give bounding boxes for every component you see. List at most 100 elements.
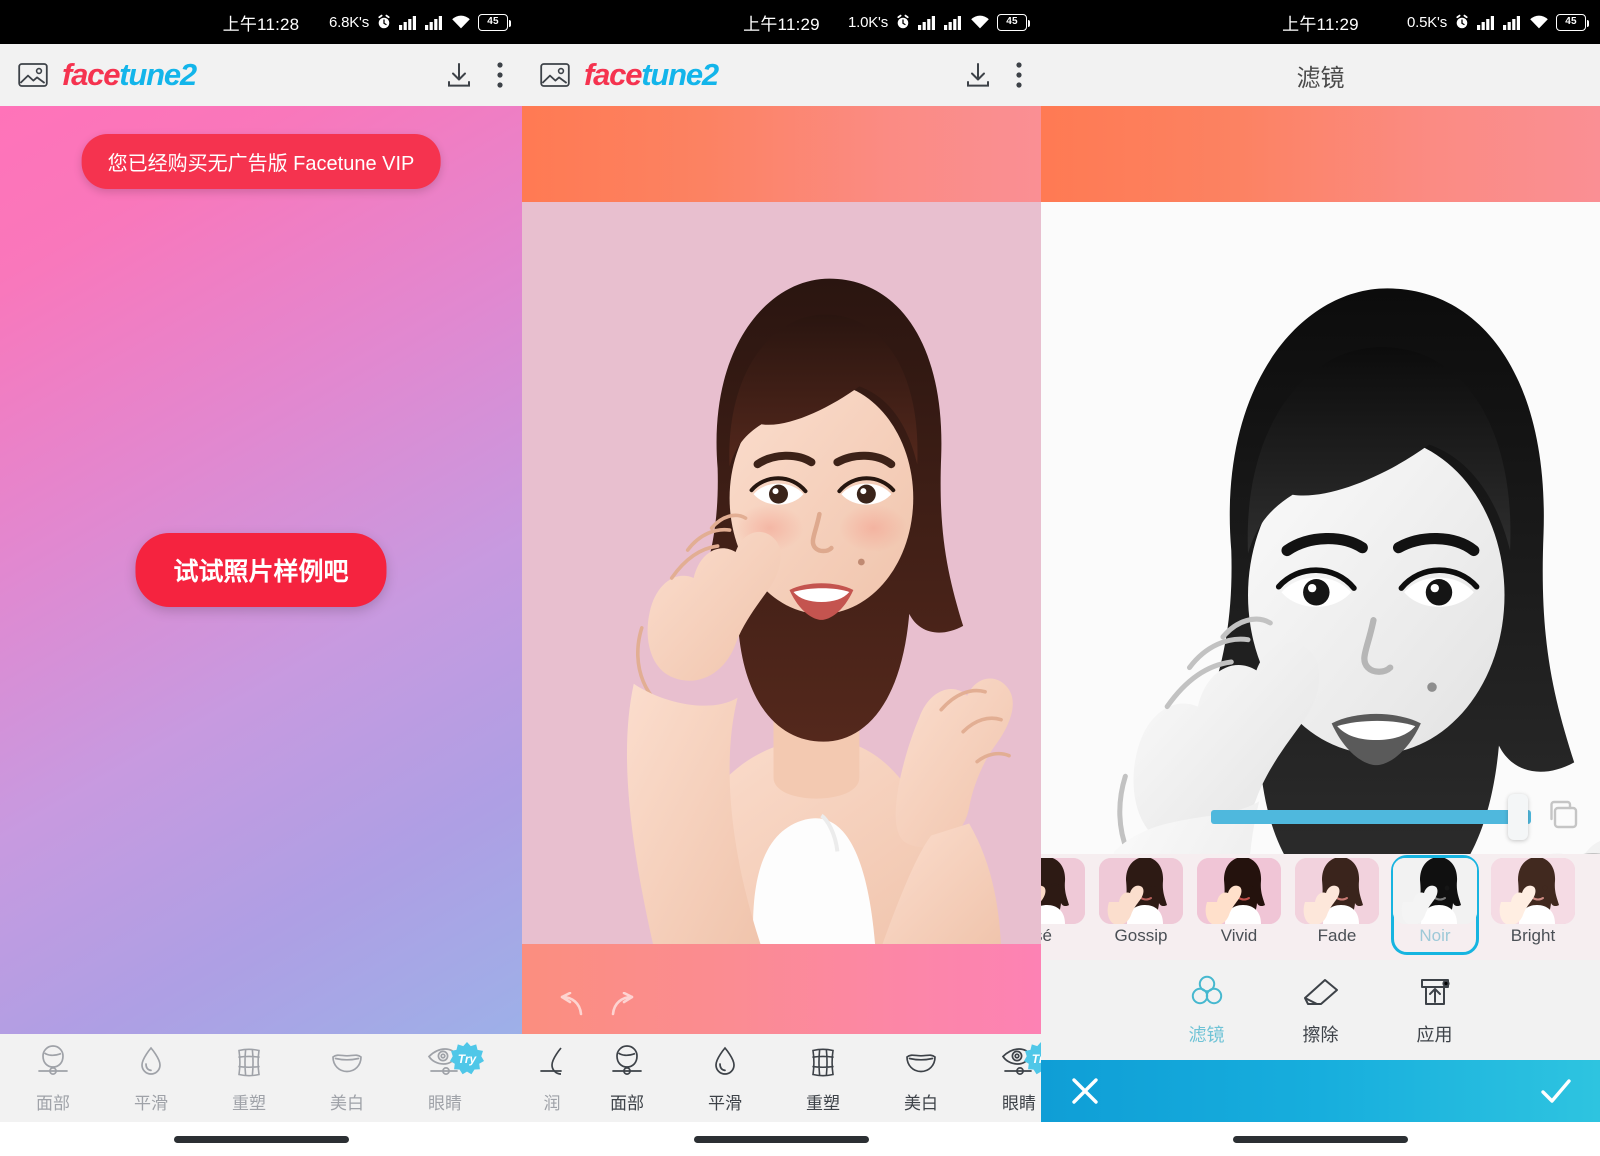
signal-bars-sim1-icon bbox=[1477, 16, 1494, 30]
filter-thumbnail bbox=[1295, 858, 1379, 924]
tool-reshape[interactable]: 重塑 bbox=[200, 1034, 298, 1122]
gesture-pill[interactable] bbox=[694, 1135, 869, 1143]
mode-label: 应用 bbox=[1416, 1024, 1453, 1045]
status-bar: 上午11:29 0.5K's 45 bbox=[1041, 0, 1600, 44]
undo-arrow-icon[interactable] bbox=[550, 992, 584, 1018]
app-header: facetune2 bbox=[522, 44, 1041, 106]
tool-reshape[interactable]: 重塑 bbox=[774, 1034, 872, 1122]
check-icon[interactable] bbox=[1538, 1073, 1574, 1109]
alarm-icon bbox=[897, 14, 909, 29]
more-vertical-icon[interactable] bbox=[1015, 60, 1023, 90]
tool-label: 面部 bbox=[610, 1093, 644, 1113]
tool-retouch[interactable]: 润 bbox=[494, 1034, 522, 1122]
filter-thumbnail bbox=[1197, 858, 1281, 924]
filter-item[interactable]: sé bbox=[1041, 854, 1091, 960]
battery-icon: 45 bbox=[997, 13, 1030, 31]
tool-rail: 润 面部 平滑 重塑 美白 Try 眼睛 bbox=[522, 1034, 1041, 1122]
canvas-top-band bbox=[522, 106, 1041, 202]
tool-eyes[interactable]: Try 眼睛 bbox=[970, 1034, 1041, 1122]
signal-bars-sim2-icon bbox=[1503, 16, 1520, 30]
try-badge-text: Try bbox=[457, 1052, 477, 1066]
wifi-icon bbox=[452, 15, 470, 29]
signal-bars-sim1-icon bbox=[918, 16, 935, 30]
filter-item[interactable]: Bright bbox=[1485, 854, 1581, 960]
photo-canvas[interactable] bbox=[522, 106, 1041, 1034]
status-bar: 上午11:28 6.8K's 45 bbox=[0, 0, 522, 44]
try-badge: Try bbox=[450, 1042, 484, 1076]
tool-smooth[interactable]: 平滑 bbox=[102, 1034, 200, 1122]
status-bar: 上午11:29 1.0K's 45 bbox=[522, 0, 1041, 44]
portrait-photo-color bbox=[522, 202, 1041, 944]
filter-name: Bright bbox=[1510, 926, 1556, 945]
tool-eyes[interactable]: Try 眼睛 bbox=[396, 1034, 494, 1122]
filters-header: 滤镜 bbox=[1041, 44, 1600, 106]
history-controls bbox=[550, 992, 644, 1018]
mode-erase[interactable]: 擦除 bbox=[1301, 974, 1341, 1047]
smooth-drop-icon bbox=[141, 1046, 161, 1075]
close-x-icon[interactable] bbox=[1067, 1073, 1103, 1109]
filter-thumbnail bbox=[1099, 858, 1183, 924]
tool-label: 重塑 bbox=[806, 1093, 840, 1113]
tool-whiten[interactable]: 美白 bbox=[872, 1034, 970, 1122]
more-vertical-icon[interactable] bbox=[496, 60, 504, 90]
slider-thumb[interactable] bbox=[1508, 794, 1529, 840]
status-indicators: 1.0K's 45 bbox=[848, 13, 1041, 31]
gesture-pill[interactable] bbox=[1233, 1135, 1408, 1143]
download-icon[interactable] bbox=[963, 60, 993, 90]
app-logo: facetune2 bbox=[62, 57, 197, 93]
tool-face[interactable]: 面部 bbox=[578, 1034, 676, 1122]
tool-face[interactable]: 面部 bbox=[4, 1034, 102, 1122]
filter-item[interactable]: Gossip bbox=[1093, 854, 1189, 960]
tool-label: 眼睛 bbox=[1002, 1093, 1036, 1113]
tool-smooth[interactable]: 平滑 bbox=[676, 1034, 774, 1122]
battery-icon: 45 bbox=[1556, 13, 1589, 31]
filter-name: sé bbox=[1041, 926, 1052, 945]
filter-name: Gossip bbox=[1114, 926, 1168, 945]
tool-label: 平滑 bbox=[708, 1093, 742, 1113]
vip-banner[interactable]: 您已经购买无广告版 Facetune VIP bbox=[81, 134, 441, 189]
filter-item[interactable]: Vivid bbox=[1191, 854, 1287, 960]
phone-screen-home: 上午11:28 6.8K's 45 facetune2 您已经购买无广告版 Fa… bbox=[0, 0, 522, 1156]
home-gradient-background: 您已经购买无广告版 Facetune VIP 试试照片样例吧 bbox=[0, 106, 522, 1034]
face-icon bbox=[612, 1044, 642, 1075]
app-logo: facetune2 bbox=[584, 57, 719, 93]
filter-mode-bar: 滤镜 擦除 应用 bbox=[1041, 960, 1600, 1060]
filter-name: Noir bbox=[1419, 926, 1451, 945]
tool-retouch-partial[interactable]: 润 bbox=[526, 1034, 578, 1122]
filter-intensity-slider[interactable] bbox=[1211, 794, 1531, 840]
gesture-nav-bar bbox=[1041, 1122, 1600, 1156]
network-speed: 6.8K's bbox=[328, 13, 369, 31]
filter-name: Fade bbox=[1317, 926, 1357, 945]
tool-label: 润 bbox=[543, 1093, 561, 1113]
battery-level: 45 bbox=[1006, 16, 1018, 27]
download-icon[interactable] bbox=[444, 60, 474, 90]
try-sample-photo-button[interactable]: 试试照片样例吧 bbox=[135, 533, 387, 607]
logo-face: face bbox=[62, 57, 120, 92]
gesture-pill[interactable] bbox=[173, 1135, 349, 1143]
battery-icon: 45 bbox=[478, 13, 511, 31]
phone-screen-filters: 上午11:29 0.5K's 45 滤镜 é Gossip Vivid Fade… bbox=[1041, 0, 1600, 1156]
wifi-icon bbox=[971, 15, 989, 29]
gesture-nav-bar bbox=[522, 1122, 1041, 1156]
image-icon[interactable] bbox=[18, 62, 48, 88]
retouch-partial-icon bbox=[540, 1046, 562, 1075]
redo-arrow-icon[interactable] bbox=[610, 992, 644, 1018]
filter-thumbnail bbox=[1393, 858, 1477, 924]
tool-rail: 面部 平滑 重塑 美白 Try 眼睛 润 bbox=[0, 1034, 522, 1122]
filter-item[interactable]: Fade bbox=[1289, 854, 1385, 960]
tool-label: 面部 bbox=[36, 1093, 70, 1113]
mode-label: 滤镜 bbox=[1188, 1024, 1225, 1045]
mode-filter[interactable]: 滤镜 bbox=[1187, 974, 1227, 1047]
filter-thumbnail-strip[interactable]: sé Gossip Vivid Fade bbox=[1041, 854, 1600, 960]
filter-item-selected[interactable]: Noir bbox=[1387, 854, 1483, 960]
three-phone-screenshot-strip: 上午11:28 6.8K's 45 facetune2 您已经购买无广告版 Fa… bbox=[0, 0, 1600, 1156]
signal-bars-sim1-icon bbox=[399, 16, 416, 30]
mode-apply[interactable]: 应用 bbox=[1415, 974, 1455, 1047]
image-icon[interactable] bbox=[540, 62, 570, 88]
phone-screen-editor: 上午11:29 1.0K's 45 facetune2 润 面部 平滑 重塑 美… bbox=[522, 0, 1041, 1156]
compare-layers-icon[interactable] bbox=[1546, 799, 1582, 835]
filter-circles-icon bbox=[1191, 975, 1222, 1004]
filter-intensity-row bbox=[1041, 790, 1600, 844]
tool-whiten[interactable]: 美白 bbox=[298, 1034, 396, 1122]
reshape-grid-icon bbox=[812, 1048, 834, 1076]
